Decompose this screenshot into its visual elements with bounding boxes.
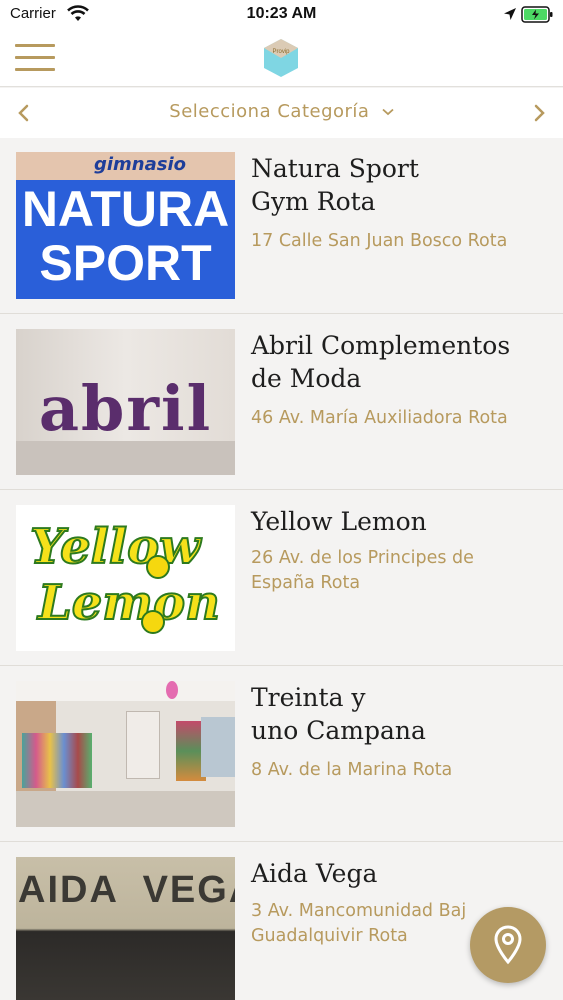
listing-title: Yellow Lemon — [251, 505, 551, 538]
image-clothes — [22, 733, 92, 788]
listing-image — [16, 681, 235, 827]
list-item[interactable]: Treinta y uno Campana 8 Av. de la Marina… — [0, 666, 563, 842]
listing-title-line: Treinta y — [251, 683, 366, 712]
hamburger-line — [15, 68, 55, 71]
status-time: 10:23 AM — [246, 5, 317, 22]
status-bar: Carrier 10:23 AM — [0, 0, 563, 30]
listing-title: Aida Vega — [251, 857, 551, 890]
image-caption: Lemon — [37, 575, 221, 631]
listing-image: abril — [16, 329, 235, 475]
category-bar: Selecciona Categoría — [0, 88, 563, 138]
image-ceiling — [16, 681, 235, 701]
image-caption: gimnasio — [94, 154, 187, 175]
listing-address-line: España Rota — [251, 573, 361, 593]
listing-image: gimnasio NATURA SPORT — [16, 152, 235, 299]
list-item[interactable]: Yellow Lemon Yellow Lemon 26 Av. de los … — [0, 490, 563, 666]
map-button[interactable] — [470, 907, 546, 983]
listing-image: Yellow Lemon — [16, 505, 235, 651]
image-caption: AIDA VEGA — [18, 869, 235, 911]
nav-bar: Provip — [0, 30, 563, 87]
listing-title: Abril Complementos de Moda — [251, 329, 551, 395]
listing-title: Treinta y uno Campana — [251, 681, 551, 747]
category-selector[interactable]: Selecciona Categoría — [0, 101, 563, 122]
listing-title-line: Aida Vega — [251, 859, 378, 888]
listing-title-line: uno Campana — [251, 716, 426, 745]
lemon-icon — [146, 555, 170, 579]
logo-text: Provip — [272, 49, 290, 55]
image-floor — [16, 441, 235, 475]
listing-title-line: Natura Sport — [251, 154, 419, 183]
image-caption: abril — [38, 372, 213, 445]
hamburger-menu-icon — [15, 44, 55, 47]
location-arrow-icon — [504, 8, 516, 20]
app-logo — [264, 39, 298, 77]
listing-address-line: 46 Av. María Auxiliadora Rota — [251, 408, 508, 428]
business-list: gimnasio NATURA SPORT Natura Sport Gym R… — [0, 138, 563, 1000]
listing-address: 26 Av. de los Principes de España Rota — [251, 546, 551, 596]
lemon-icon — [141, 610, 165, 634]
list-item[interactable]: abril Abril Complementos de Moda 46 Av. … — [0, 314, 563, 490]
list-item[interactable]: gimnasio NATURA SPORT Natura Sport Gym R… — [0, 138, 563, 314]
menu-button[interactable] — [15, 44, 55, 72]
listing-address-line: 26 Av. de los Principes de — [251, 548, 474, 568]
image-display — [201, 717, 235, 777]
battery-icon — [521, 6, 553, 23]
chevron-down-icon — [382, 108, 394, 116]
image-caption: NATURA — [21, 181, 230, 237]
image-caption: Yellow — [29, 519, 201, 575]
listing-title-line: Gym Rota — [251, 187, 376, 216]
chevron-right-icon[interactable] — [527, 100, 551, 126]
listing-title-line: de Moda — [251, 364, 362, 393]
category-label: Selecciona Categoría — [169, 101, 370, 122]
listing-address: 17 Calle San Juan Bosco Rota — [251, 229, 551, 254]
listing-title-line: Yellow Lemon — [251, 507, 427, 536]
listing-address: 8 Av. de la Marina Rota — [251, 758, 551, 783]
listing-address-line: 8 Av. de la Marina Rota — [251, 760, 453, 780]
image-rack — [126, 711, 160, 779]
image-caption: SPORT — [39, 235, 212, 291]
listing-image: AIDA VEGA — [16, 857, 235, 1000]
map-pin-icon — [494, 925, 522, 965]
listing-address: 46 Av. María Auxiliadora Rota — [251, 406, 551, 431]
listing-address-line: 17 Calle San Juan Bosco Rota — [251, 231, 508, 251]
hamburger-line — [15, 56, 55, 59]
image-balloon — [166, 681, 178, 699]
listing-title: Natura Sport Gym Rota — [251, 152, 551, 218]
image-floor — [16, 791, 235, 827]
listing-title-line: Abril Complementos — [251, 331, 511, 360]
